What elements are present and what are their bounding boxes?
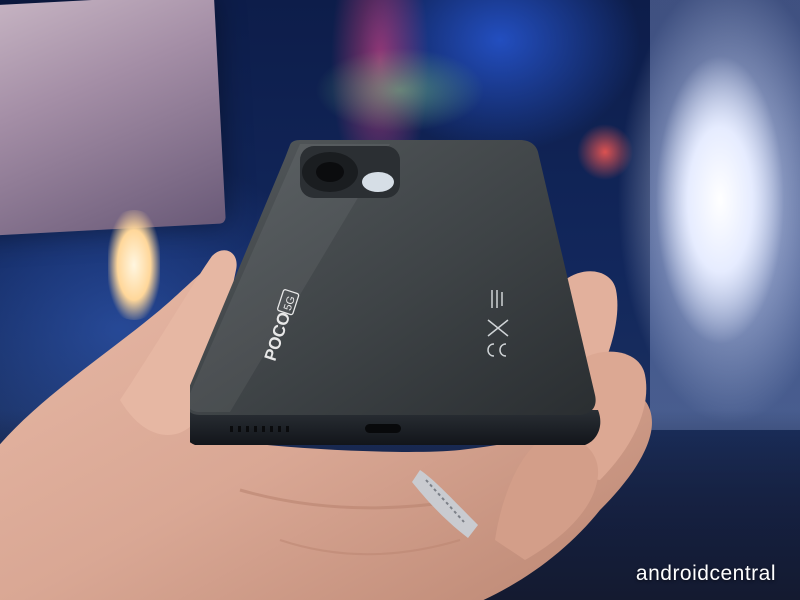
phone: POCO 5G — [190, 140, 601, 445]
usb-c-port — [365, 424, 401, 433]
watermark-text: androidcentral — [635, 562, 776, 585]
photo-scene: POCO 5G androidcentral — [0, 0, 800, 600]
camera-module — [300, 146, 400, 198]
camera-flash — [362, 172, 394, 192]
